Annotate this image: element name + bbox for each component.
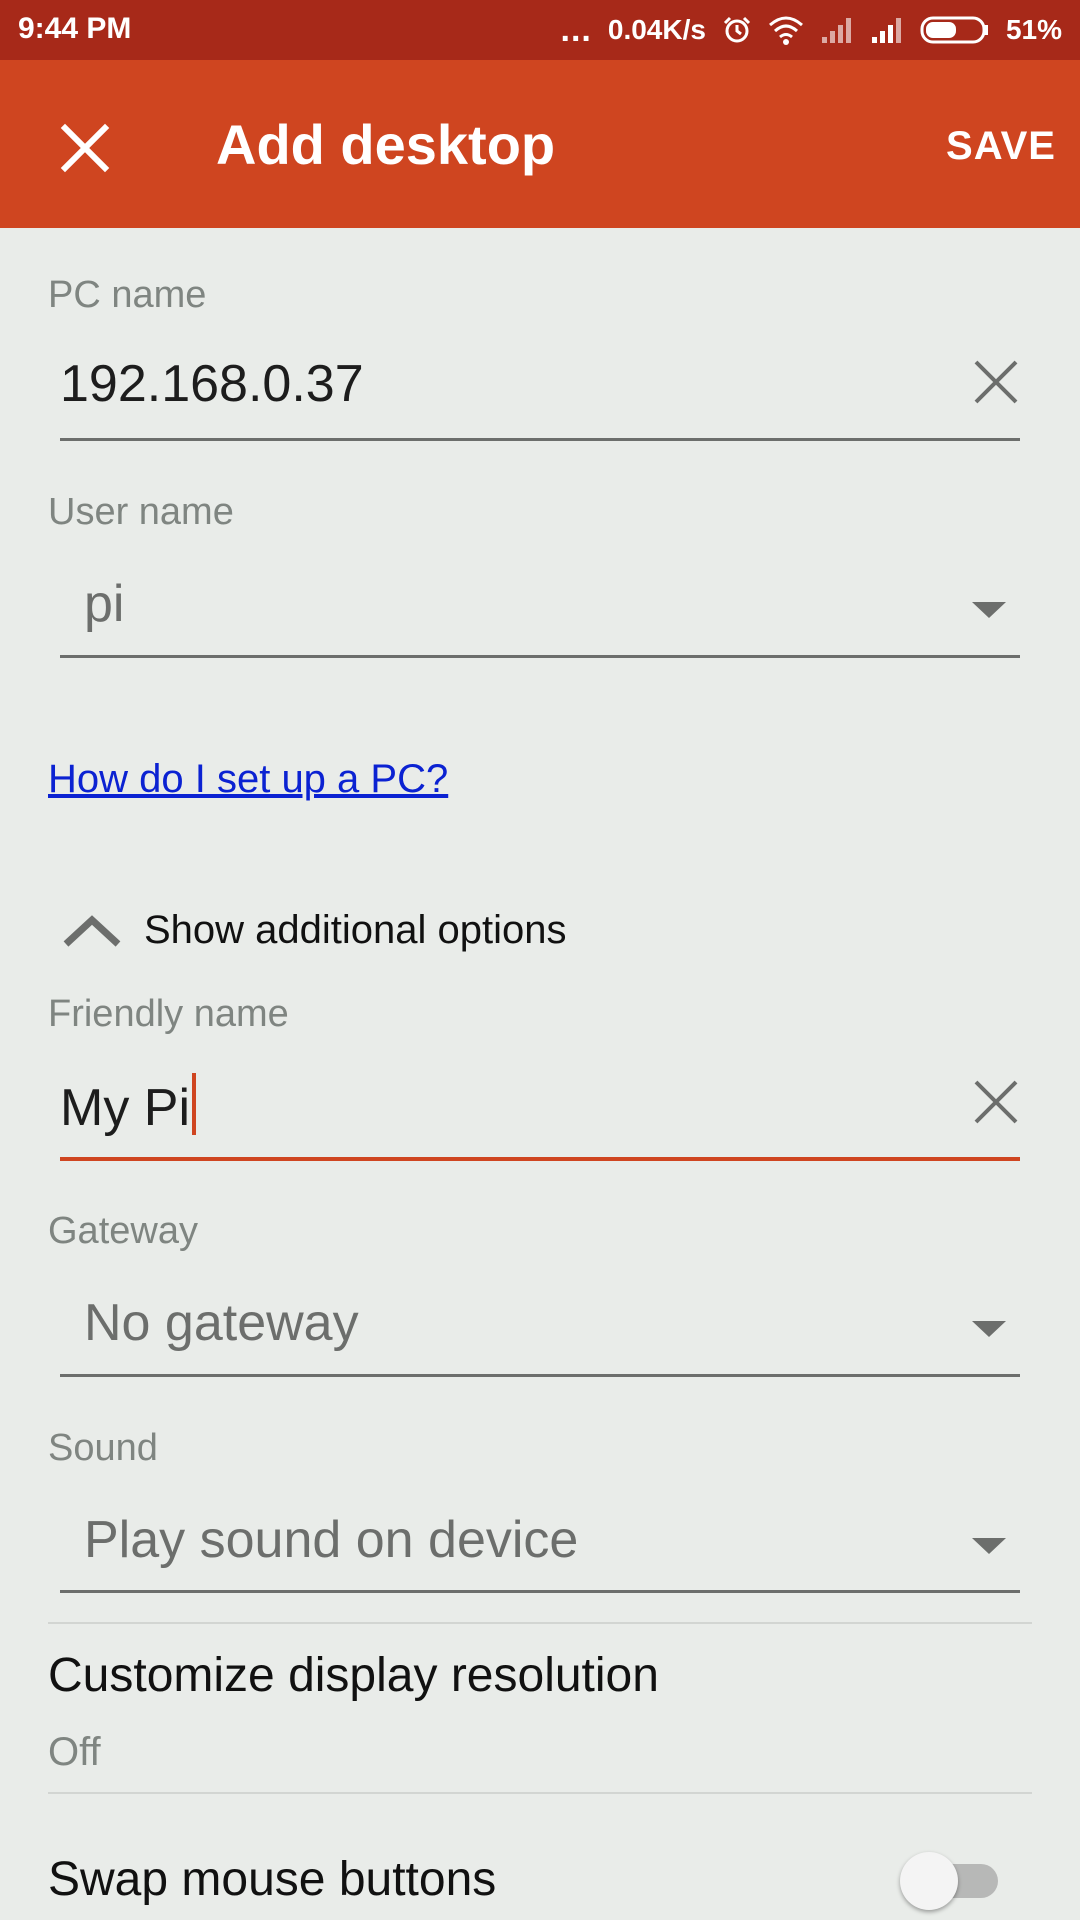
clear-friendly-name-icon[interactable] <box>970 1076 1022 1128</box>
additional-options-toggle[interactable]: Show additional options <box>60 900 567 960</box>
wifi-icon <box>768 16 803 45</box>
chevron-down-icon[interactable] <box>972 1321 1006 1337</box>
chevron-down-icon[interactable] <box>972 602 1006 618</box>
gateway-underline <box>60 1374 1020 1377</box>
divider <box>48 1622 1032 1624</box>
divider <box>48 1792 1032 1794</box>
display-resolution-title: Customize display resolution <box>48 1649 659 1702</box>
battery-level: 51% <box>1005 14 1062 45</box>
swap-mouse-title: Swap mouse buttons <box>48 1853 497 1906</box>
clear-pc-name-icon[interactable] <box>970 356 1022 408</box>
user-name-select[interactable]: pi <box>84 574 124 634</box>
text-cursor <box>192 1073 196 1135</box>
pc-name-label: PC name <box>48 274 207 316</box>
additional-options-label: Show additional options <box>144 907 567 952</box>
user-name-underline <box>60 655 1020 658</box>
sound-select[interactable]: Play sound on device <box>84 1510 578 1570</box>
chevron-down-icon[interactable] <box>972 1538 1006 1554</box>
friendly-name-underline <box>60 1157 1020 1161</box>
user-name-label: User name <box>48 491 234 533</box>
network-speed: 0.04K/s <box>607 14 706 45</box>
notification-dots: ... <box>560 11 592 49</box>
alarm-icon <box>723 16 751 43</box>
chevron-up-icon <box>63 915 121 947</box>
gateway-select[interactable]: No gateway <box>84 1293 359 1353</box>
friendly-name-value: My Pi <box>60 1079 190 1137</box>
status-time: 9:44 PM <box>18 12 132 45</box>
page-title: Add desktop <box>216 113 556 176</box>
pc-name-underline <box>60 438 1020 441</box>
sound-underline <box>60 1590 1020 1593</box>
signal-icon <box>821 18 851 43</box>
signal-icon <box>871 18 901 43</box>
friendly-name-input[interactable]: My Pi <box>60 1073 196 1138</box>
status-icons: ... 0.04K/s 51% <box>561 10 1062 50</box>
close-icon[interactable] <box>55 118 115 178</box>
gateway-label: Gateway <box>48 1210 198 1252</box>
friendly-name-label: Friendly name <box>48 993 289 1035</box>
sound-label: Sound <box>48 1427 158 1469</box>
swap-mouse-toggle[interactable] <box>900 1852 1004 1910</box>
status-bar: 9:44 PM ... 0.04K/s 51% <box>0 0 1080 60</box>
battery-icon <box>920 16 988 44</box>
display-resolution-value: Off <box>48 1730 101 1774</box>
toggle-knob <box>900 1852 958 1910</box>
setup-help-link[interactable]: How do I set up a PC? <box>48 757 448 802</box>
app-bar: Add desktop SAVE <box>0 60 1080 228</box>
save-button[interactable]: SAVE <box>946 124 1056 169</box>
pc-name-input[interactable]: 192.168.0.37 <box>60 354 364 414</box>
